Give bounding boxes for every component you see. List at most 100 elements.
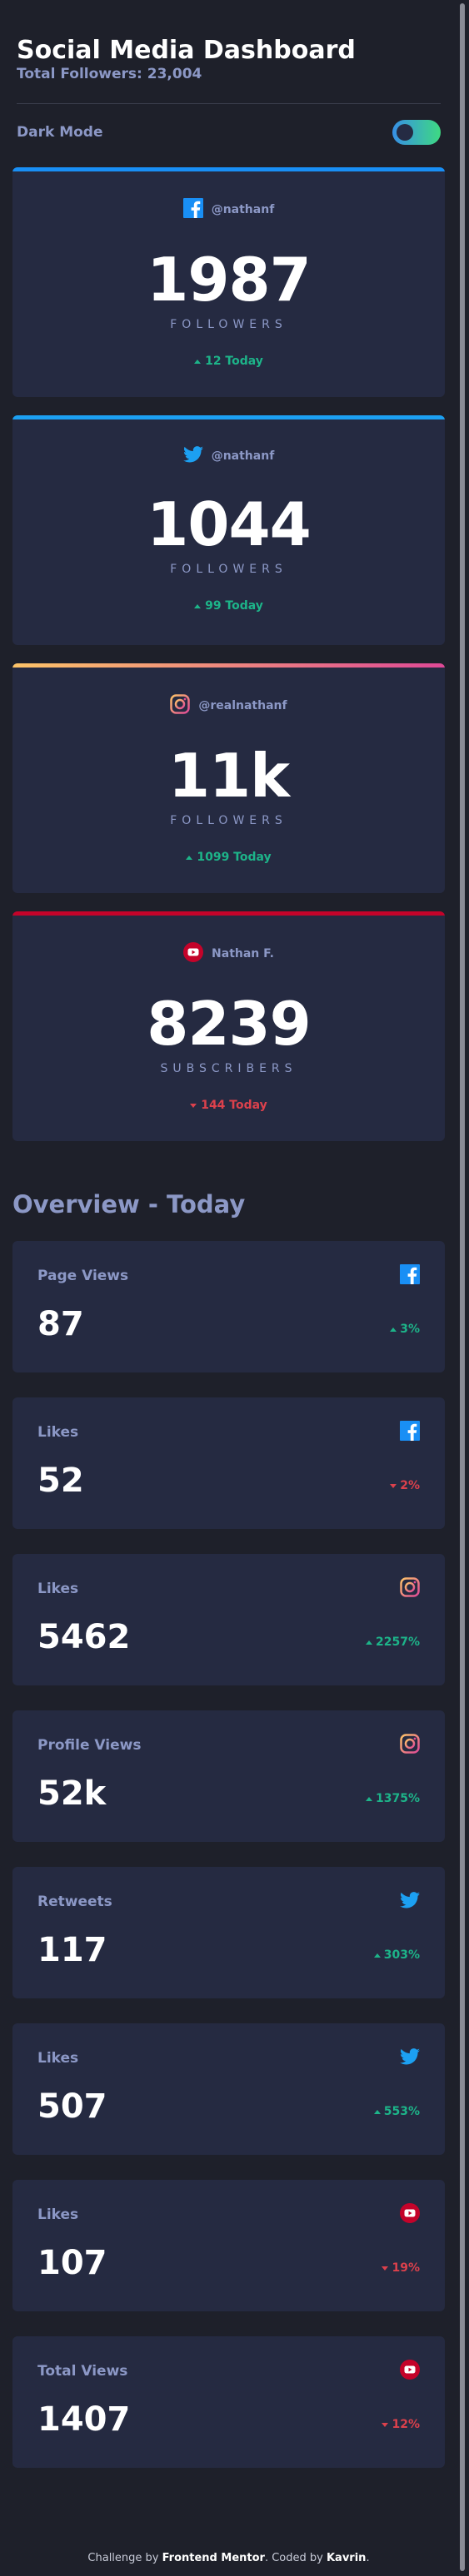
overview-card-value: 507 [37,2087,107,2126]
card-handle: @realnathanf [198,699,287,712]
twitter-icon [400,2048,420,2068]
overview-card-value: 1407 [37,2400,131,2439]
attribution-footer: Challenge by Frontend Mentor. Coded by K… [0,2552,457,2564]
overview-card-facebook-page-views[interactable]: Page Views 87 3% [12,1241,445,1372]
total-followers: Total Followers: 23,004 [17,66,202,82]
footer-suffix: . [366,2552,370,2564]
today-change-text: 1099 Today [197,851,272,864]
follower-label: FOLLOWERS [170,563,287,576]
overview-card-label: Total Views [37,2363,128,2380]
overview-card-value: 52k [37,1774,107,1813]
overview-card-instagram-likes[interactable]: Likes 5462 2257% [12,1554,445,1685]
arrow-up-icon [194,359,202,364]
arrow-up-icon [366,1796,372,1801]
overview-card-change: 19% [382,2261,420,2275]
facebook-icon [400,1264,420,1288]
overview-card-change: 1375% [366,1792,420,1805]
dark-mode-row: Dark Mode [0,104,457,161]
frontend-mentor-link[interactable]: Frontend Mentor [162,2552,265,2564]
follower-card-instagram[interactable]: @realnathanf 11k FOLLOWERS 1099 Today [12,663,445,893]
instagram-icon [400,1577,420,1601]
overview-card-change: 303% [373,1948,420,1962]
card-accent-bar [12,415,445,419]
today-change: 99 Today [12,599,445,613]
overview-card-facebook-likes[interactable]: Likes 52 2% [12,1397,445,1529]
overview-card-pct: 12% [392,2418,420,2431]
scrollbar-thumb[interactable] [460,3,465,2571]
dark-mode-label: Dark Mode [17,124,103,141]
twitter-icon [182,446,203,466]
overview-card-label: Page Views [37,1268,129,1284]
follower-label: FOLLOWERS [170,814,287,827]
dark-mode-toggle[interactable] [392,120,441,145]
overview-card-twitter-likes[interactable]: Likes 507 553% [12,2023,445,2155]
follower-label: FOLLOWERS [170,318,287,331]
youtube-icon [400,2203,420,2226]
overview-card-youtube-likes[interactable]: Likes 107 19% [12,2180,445,2311]
overview-card-change: 12% [382,2418,420,2431]
overview-card-change: 3% [390,1323,420,1336]
card-handle: @nathanf [211,203,275,216]
footer-middle: . Coded by [264,2552,323,2564]
today-change: 12 Today [12,355,445,368]
follower-card-youtube[interactable]: Nathan F. 8239 SUBSCRIBERS 144 Today [12,911,445,1141]
arrow-up-icon [366,1640,372,1645]
overview-card-pct: 19% [392,2261,420,2275]
facebook-icon [400,1421,420,1444]
card-accent-bar [12,167,445,171]
today-change: 1099 Today [12,851,445,864]
arrow-down-icon [382,2422,389,2427]
arrow-up-icon [194,603,202,608]
arrow-up-icon [373,1953,381,1958]
followers-cards: @nathanf 1987 FOLLOWERS 12 Today @nathan… [0,167,457,1141]
follower-card-twitter[interactable]: @nathanf 1044 FOLLOWERS 99 Today [12,415,445,645]
page-header: Social Media Dashboard Total Followers: … [0,0,457,83]
overview-card-value: 5462 [37,1618,131,1656]
follower-count: 1987 [147,245,311,315]
overview-card-label: Likes [37,1581,79,1597]
today-change-text: 99 Today [205,599,263,613]
overview-card-change: 2% [390,1479,420,1492]
card-accent-bar [12,663,445,668]
overview-card-label: Likes [37,1424,79,1441]
overview-card-pct: 2% [400,1479,420,1492]
arrow-down-icon [382,2266,389,2271]
today-change: 144 Today [12,1099,445,1112]
overview-card-value: 87 [37,1305,84,1343]
card-accent-bar [12,911,445,916]
overview-card-value: 52 [37,1462,84,1500]
footer-prefix: Challenge by [87,2552,159,2564]
overview-card-label: Retweets [37,1894,112,1910]
page-title: Social Media Dashboard [17,36,356,65]
overview-card-value: 107 [37,2244,107,2282]
overview-card-label: Likes [37,2050,79,2067]
today-change-text: 144 Today [201,1099,267,1112]
overview-card-value: 117 [37,1931,107,1969]
page-scrollbar[interactable] [457,0,469,2576]
overview-card-change: 553% [373,2105,420,2118]
overview-card-pct: 1375% [376,1792,420,1805]
overview-card-instagram-profile-views[interactable]: Profile Views 52k 1375% [12,1710,445,1842]
instagram-icon [400,1734,420,1757]
follower-count: 11k [167,741,290,811]
today-change-text: 12 Today [205,355,263,368]
card-handle: @nathanf [211,449,275,463]
overview-title: Overview - Today [12,1190,246,1219]
follower-count: 1044 [147,489,311,559]
overview-card-twitter-retweets[interactable]: Retweets 117 303% [12,1867,445,1998]
dashboard-page: Social Media Dashboard Total Followers: … [0,0,457,2564]
arrow-up-icon [186,855,193,860]
card-handle: Nathan F. [212,947,274,960]
youtube-icon [183,942,204,965]
overview-card-pct: 2257% [376,1635,420,1649]
overview-card-youtube-total-views[interactable]: Total Views 1407 12% [12,2336,445,2468]
youtube-icon [400,2360,420,2383]
author-link[interactable]: Kavrin [327,2552,366,2564]
arrow-down-icon [390,1483,397,1488]
twitter-icon [400,1892,420,1912]
facebook-icon [182,198,203,221]
overview-card-pct: 303% [383,1948,420,1962]
follower-label: SUBSCRIBERS [160,1062,297,1075]
follower-card-facebook[interactable]: @nathanf 1987 FOLLOWERS 12 Today [12,167,445,397]
overview-card-pct: 3% [400,1323,420,1336]
